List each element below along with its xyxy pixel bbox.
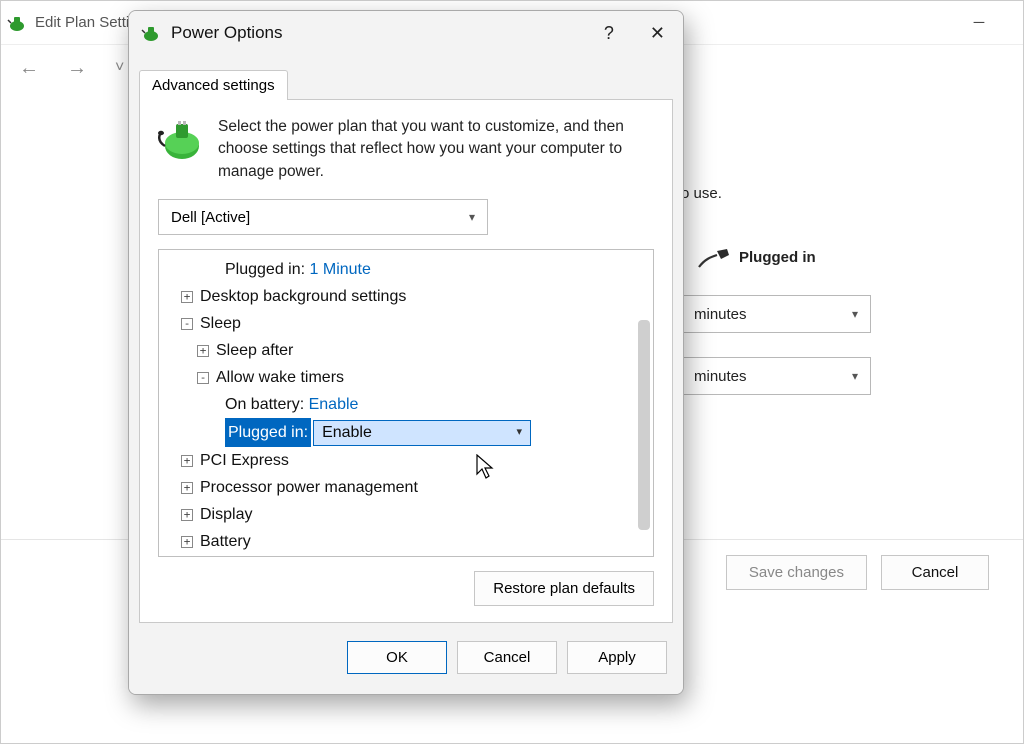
bg-select-1-value: minutes xyxy=(694,306,747,323)
expand-plus-icon[interactable]: + xyxy=(181,291,193,303)
tree-label: Display xyxy=(200,501,252,528)
bg-sleep-select-2[interactable]: minutes ▾ xyxy=(681,357,871,395)
tree-row-plugged-in-top[interactable]: Plugged in: 1 Minute xyxy=(163,256,651,283)
restore-plan-defaults-button[interactable]: Restore plan defaults xyxy=(474,571,654,606)
tree-row-allow-wake-timers[interactable]: - Allow wake timers xyxy=(163,364,651,391)
tree-label: Allow wake timers xyxy=(216,364,344,391)
dialog-description: Select the power plan that you want to c… xyxy=(218,116,654,183)
help-icon[interactable]: ? xyxy=(604,23,614,44)
tree-label: Sleep after xyxy=(216,337,293,364)
tree-label: Sleep xyxy=(200,310,241,337)
bg-cancel-button[interactable]: Cancel xyxy=(881,555,989,590)
chevron-up-icon[interactable]: ˅ xyxy=(115,59,124,77)
tree-label: Plugged in: xyxy=(225,256,305,283)
tab-advanced-settings[interactable]: Advanced settings xyxy=(139,70,288,100)
minimize-icon[interactable]: ─ xyxy=(967,14,991,31)
tree-row-processor-power[interactable]: + Processor power management xyxy=(163,474,651,501)
plug-icon xyxy=(697,247,731,275)
expand-plus-icon[interactable]: + xyxy=(181,482,193,494)
chevron-down-icon: ▾ xyxy=(852,307,858,321)
power-plan-dropdown[interactable]: Dell [Active] ▾ xyxy=(158,199,488,235)
tree-row-on-battery[interactable]: On battery: Enable xyxy=(163,391,651,418)
chevron-down-icon: ▾ xyxy=(852,369,858,383)
tree-label: Processor power management xyxy=(200,474,418,501)
battery-large-icon xyxy=(158,116,204,162)
wake-timer-plugged-in-dropdown[interactable]: Enable ▾ xyxy=(313,420,531,446)
dialog-button-row: OK Cancel Apply xyxy=(129,623,683,694)
tree-row-display[interactable]: + Display xyxy=(163,501,651,528)
collapse-minus-icon[interactable]: - xyxy=(181,318,193,330)
tree-label: On battery: xyxy=(225,391,304,418)
chevron-down-icon: ▾ xyxy=(517,419,523,446)
tree-row-desktop-background[interactable]: + Desktop background settings xyxy=(163,283,651,310)
expand-plus-icon[interactable]: + xyxy=(181,536,193,548)
dialog-titlebar: Power Options ? ✕ xyxy=(129,11,683,55)
dialog-title: Power Options xyxy=(171,23,283,43)
bg-select-2-value: minutes xyxy=(694,368,747,385)
tree-row-plugged-in-selected[interactable]: Plugged in: Enable ▾ xyxy=(163,418,651,447)
power-options-dialog: Power Options ? ✕ Advanced settings Sele xyxy=(128,10,684,695)
tree-row-sleep-after[interactable]: + Sleep after xyxy=(163,337,651,364)
tree-row-sleep[interactable]: - Sleep xyxy=(163,310,651,337)
tree-label-selected: Plugged in: xyxy=(225,418,311,447)
bg-sleep-select-1[interactable]: minutes ▾ xyxy=(681,295,871,333)
back-arrow-icon[interactable]: ← xyxy=(19,57,39,80)
scrollbar-thumb[interactable] xyxy=(638,320,650,530)
save-changes-button[interactable]: Save changes xyxy=(726,555,867,590)
expand-plus-icon[interactable]: + xyxy=(181,455,193,467)
tree-row-pci-express[interactable]: + PCI Express xyxy=(163,447,651,474)
cancel-button[interactable]: Cancel xyxy=(457,641,557,674)
collapse-minus-icon[interactable]: - xyxy=(197,372,209,384)
apply-button[interactable]: Apply xyxy=(567,641,667,674)
expand-plus-icon[interactable]: + xyxy=(197,345,209,357)
tab-panel: Select the power plan that you want to c… xyxy=(139,99,673,623)
battery-charge-icon xyxy=(141,23,161,43)
tab-strip: Advanced settings xyxy=(129,55,683,99)
tree-value-link[interactable]: Enable xyxy=(309,391,359,418)
tree-row-battery[interactable]: + Battery xyxy=(163,528,651,555)
chevron-down-icon: ▾ xyxy=(469,210,475,224)
bg-intro-fragment: o use. xyxy=(681,185,983,202)
ok-button[interactable]: OK xyxy=(347,641,447,674)
dropdown-value: Enable xyxy=(322,419,372,446)
bg-plugged-in-label: Plugged in xyxy=(739,249,816,266)
close-icon[interactable]: ✕ xyxy=(650,23,665,44)
tree-label: Desktop background settings xyxy=(200,283,406,310)
battery-charge-icon xyxy=(7,13,27,33)
tree-label: Battery xyxy=(200,528,251,555)
expand-plus-icon[interactable]: + xyxy=(181,509,193,521)
forward-arrow-icon[interactable]: → xyxy=(67,57,87,80)
settings-tree: Plugged in: 1 Minute + Desktop backgroun… xyxy=(158,249,654,557)
tree-label: PCI Express xyxy=(200,447,289,474)
power-plan-value: Dell [Active] xyxy=(171,209,250,226)
tree-value-link[interactable]: 1 Minute xyxy=(310,256,371,283)
